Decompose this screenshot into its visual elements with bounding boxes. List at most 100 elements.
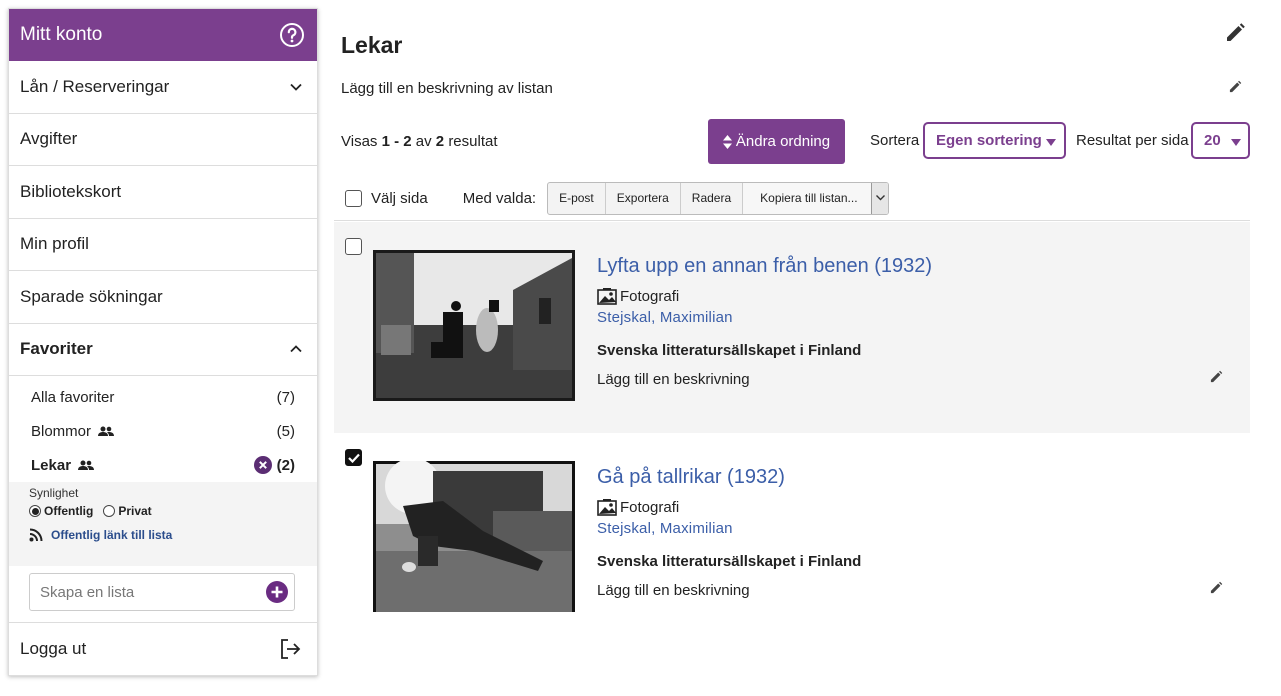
- record-organisation: Svenska litteratursällskapet i Finland: [597, 553, 862, 570]
- record-title[interactable]: Gå på tallrikar (1932): [597, 466, 785, 489]
- logout-button[interactable]: Logga ut: [9, 623, 317, 675]
- radio-unchecked-icon: [103, 505, 116, 517]
- edit-title-icon[interactable]: [1224, 22, 1246, 44]
- favorite-list-name: Alla favoriter: [31, 388, 115, 406]
- favorite-list-count: (7): [276, 388, 295, 406]
- record-author[interactable]: Stejskal, Maximilian: [597, 309, 733, 326]
- edit-record-icon[interactable]: [1209, 370, 1223, 384]
- bulk-button-group: E-post Exportera Radera Kopiera till lis…: [547, 181, 890, 215]
- favorite-lists: Alla favoriter (7) Blommor (5) Lekar (2): [9, 376, 317, 482]
- visibility-private-radio[interactable]: Privat: [103, 504, 152, 518]
- radio-checked-icon: [29, 505, 41, 517]
- copy-to-list-label: Kopiera till listan...: [760, 191, 858, 205]
- rss-icon: [29, 528, 43, 542]
- select-page-label[interactable]: Välj sida: [371, 190, 428, 207]
- add-list-icon[interactable]: [266, 581, 288, 603]
- record-format-label: Fotografi: [620, 498, 680, 516]
- visibility-panel: Synlighet Offentlig Privat Offentlig län…: [9, 482, 317, 566]
- create-list-section: Skapa en lista: [9, 566, 317, 623]
- result-count: Visas 1 - 2 av 2 resultat: [341, 133, 498, 150]
- account-sidebar: Mitt konto Lån / Reserveringar Avgifter …: [8, 8, 318, 676]
- email-button[interactable]: E-post: [548, 182, 606, 214]
- with-selected-label: Med valda:: [462, 189, 537, 207]
- edit-description-icon[interactable]: [1228, 80, 1242, 94]
- favorite-list-name: Blommor: [31, 422, 92, 440]
- sort-arrows-icon: [722, 134, 732, 149]
- public-list-link[interactable]: Offentlig länk till lista: [29, 528, 297, 542]
- sidebar-item-label: Min profil: [20, 234, 89, 254]
- result-range: 1 - 2: [381, 133, 412, 150]
- record-format: Fotografi: [597, 498, 679, 516]
- sign-out-icon: [279, 638, 301, 660]
- remove-list-icon[interactable]: [253, 456, 272, 474]
- photo-icon: [597, 287, 617, 305]
- record-thumbnail[interactable]: [373, 250, 575, 401]
- radio-label: Privat: [118, 504, 152, 518]
- sidebar-header: Mitt konto: [9, 9, 317, 61]
- record-format: Fotografi: [597, 287, 679, 305]
- caret-down-icon: [1046, 138, 1056, 146]
- chevron-down-icon: [289, 80, 303, 94]
- record-add-description[interactable]: Lägg till en beskrivning: [597, 371, 750, 388]
- create-list-input[interactable]: Skapa en lista: [29, 573, 295, 611]
- sort-select[interactable]: Egen sortering: [923, 122, 1066, 159]
- reorder-label: Ändra ordning: [735, 133, 831, 150]
- sidebar-item-loans[interactable]: Lån / Reserveringar: [9, 61, 317, 114]
- sidebar-title: Mitt konto: [20, 24, 103, 45]
- copy-to-list-select[interactable]: Kopiera till listan...: [743, 182, 889, 214]
- favorite-list-name: Lekar: [31, 456, 72, 474]
- results-per-page-select[interactable]: 20: [1191, 122, 1250, 159]
- record-add-description[interactable]: Lägg till en beskrivning: [597, 582, 750, 599]
- result-count-prefix: Visas: [341, 133, 378, 150]
- list-main: Lekar Lägg till en beskrivning av listan…: [334, 0, 1250, 696]
- record-item: Lyfta upp en annan från benen (1932) Fot…: [334, 222, 1250, 433]
- sidebar-item-favorites[interactable]: Favoriter: [9, 324, 317, 376]
- result-count-of: av: [415, 133, 432, 150]
- chevron-up-icon: [289, 342, 303, 356]
- sidebar-item-saved-searches[interactable]: Sparade sökningar: [9, 271, 317, 324]
- photo-icon: [597, 498, 617, 516]
- sort-label: Sortera: [870, 132, 920, 149]
- public-link-label: Offentlig länk till lista: [51, 528, 173, 542]
- record-author[interactable]: Stejskal, Maximilian: [597, 520, 733, 537]
- help-icon[interactable]: [279, 22, 305, 48]
- sidebar-item-label: Lån / Reserveringar: [20, 76, 170, 96]
- delete-button[interactable]: Radera: [681, 182, 744, 214]
- export-button[interactable]: Exportera: [606, 182, 681, 214]
- record-checkbox[interactable]: [345, 238, 362, 255]
- record-thumbnail[interactable]: [373, 461, 575, 612]
- sidebar-item-label: Avgifter: [20, 129, 78, 149]
- record-checkbox[interactable]: [345, 449, 362, 466]
- result-total: 2: [435, 133, 445, 150]
- edit-record-icon[interactable]: [1209, 581, 1223, 595]
- sidebar-item-fees[interactable]: Avgifter: [9, 114, 317, 166]
- radio-label: Offentlig: [44, 504, 94, 518]
- record-title[interactable]: Lyfta upp en annan från benen (1932): [597, 255, 932, 278]
- checkmark-icon: [347, 453, 360, 463]
- result-count-suffix: resultat: [448, 133, 498, 150]
- add-list-description[interactable]: Lägg till en beskrivning av listan: [341, 80, 553, 97]
- select-page-checkbox[interactable]: [345, 189, 362, 207]
- record-organisation: Svenska litteratursällskapet i Finland: [597, 342, 862, 359]
- visibility-public-radio[interactable]: Offentlig: [29, 504, 93, 518]
- sidebar-item-profile[interactable]: Min profil: [9, 219, 317, 271]
- reorder-button[interactable]: Ändra ordning: [708, 119, 845, 164]
- sort-value: Egen sortering: [936, 132, 1042, 149]
- results-per-page-label: Resultat per sida: [1076, 132, 1189, 149]
- page-title: Lekar: [341, 32, 403, 58]
- chevron-down-icon: [871, 182, 889, 214]
- sidebar-item-label: Bibliotekskort: [20, 181, 122, 201]
- sidebar-item-library-cards[interactable]: Bibliotekskort: [9, 166, 317, 219]
- record-item: Gå på tallrikar (1932) Fotografi Stejska…: [334, 433, 1250, 644]
- favorite-list-lekar[interactable]: Lekar (2): [9, 448, 317, 482]
- divider: [334, 220, 1250, 221]
- favorite-list-all[interactable]: Alla favoriter (7): [9, 380, 317, 414]
- sidebar-item-label: Sparade sökningar: [20, 286, 163, 306]
- favorite-list-count: (5): [276, 422, 295, 440]
- record-format-label: Fotografi: [620, 287, 680, 305]
- caret-down-icon: [1231, 138, 1241, 146]
- logout-label: Logga ut: [20, 639, 87, 658]
- favorite-list-count: (2): [276, 456, 295, 474]
- shared-users-icon: [98, 426, 115, 437]
- favorite-list-blommor[interactable]: Blommor (5): [9, 414, 317, 448]
